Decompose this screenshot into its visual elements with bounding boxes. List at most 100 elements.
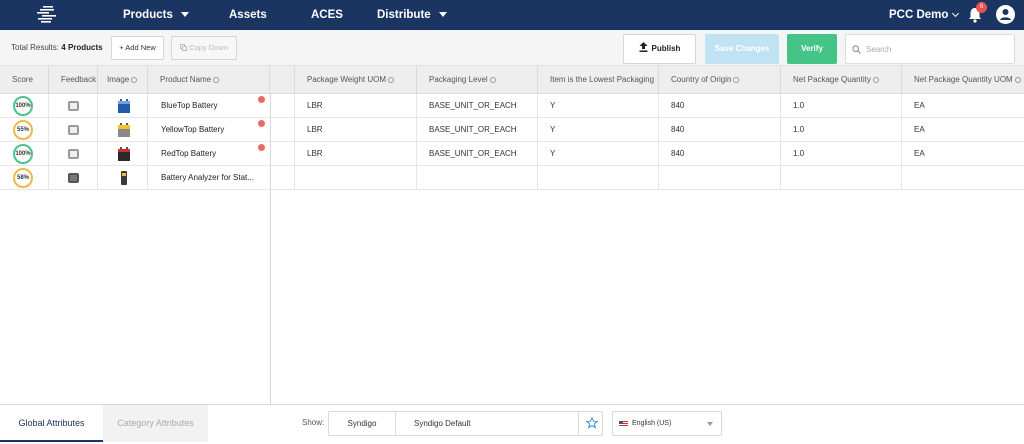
syndigo-logo-icon[interactable]: [34, 4, 60, 26]
product-name-cell: BlueTop Battery: [148, 94, 270, 118]
lowest-packaging-cell[interactable]: Y: [538, 94, 659, 118]
net-package-quantity-uom-cell[interactable]: EA: [902, 142, 1024, 166]
table-row[interactable]: 58% Battery Analyzer for Stat...: [0, 166, 270, 190]
header-net-package-quantity-uom[interactable]: Net Package Quantity UOM: [902, 66, 1024, 94]
favorite-view-button[interactable]: [578, 412, 604, 435]
view-name-select[interactable]: Syndigo Default: [414, 412, 470, 435]
feedback-icon[interactable]: [68, 149, 79, 159]
feedback-icon[interactable]: [68, 101, 79, 111]
header-image[interactable]: Image: [98, 66, 148, 94]
country-of-origin-cell[interactable]: 840: [659, 118, 781, 142]
lowest-packaging-cell[interactable]: Y: [538, 118, 659, 142]
table-row[interactable]: 100% RedTop Battery: [0, 142, 270, 166]
net-package-quantity-cell[interactable]: [781, 166, 902, 190]
verify-button[interactable]: Verify: [787, 34, 837, 64]
spacer-cell: [270, 94, 295, 118]
battery-red-icon[interactable]: [115, 145, 133, 163]
table-row[interactable]: 100% BlueTop Battery: [0, 94, 270, 118]
feedback-cell: [49, 166, 98, 190]
net-package-quantity-cell[interactable]: 1.0: [781, 142, 902, 166]
product-name[interactable]: RedTop Battery: [161, 142, 216, 166]
table-row[interactable]: LBR BASE_UNIT_OR_EACH Y 840 1.0 EA: [270, 118, 1024, 142]
header-lowest-packaging[interactable]: Item is the Lowest Packaging: [538, 66, 659, 94]
score-cell: 55%: [0, 118, 49, 142]
upload-icon: [639, 42, 648, 52]
header-product-name[interactable]: Product Name: [148, 66, 270, 94]
package-weight-uom-cell[interactable]: LBR: [295, 94, 417, 118]
image-cell: [98, 118, 148, 142]
feedback-icon[interactable]: [68, 173, 79, 183]
net-package-quantity-cell[interactable]: 1.0: [781, 94, 902, 118]
feedback-icon[interactable]: [68, 125, 79, 135]
packaging-level-cell[interactable]: BASE_UNIT_OR_EACH: [417, 142, 538, 166]
header-feedback[interactable]: Feedback: [49, 66, 98, 94]
header-country-of-origin[interactable]: Country of Origin: [659, 66, 781, 94]
net-package-quantity-uom-cell[interactable]: EA: [902, 94, 1024, 118]
battery-yellow-icon[interactable]: [115, 121, 133, 139]
alert-icon[interactable]: [258, 96, 265, 103]
product-name[interactable]: YellowTop Battery: [161, 118, 224, 142]
country-of-origin-cell[interactable]: [659, 166, 781, 190]
user-menu[interactable]: PCC Demo: [889, 0, 960, 30]
publish-button[interactable]: Publish: [623, 34, 696, 64]
view-source-select[interactable]: Syndigo: [329, 412, 396, 435]
net-package-quantity-cell[interactable]: 1.0: [781, 118, 902, 142]
score-badge: 100%: [13, 96, 33, 116]
feedback-cell: [49, 94, 98, 118]
spacer-cell: [270, 166, 295, 190]
tab-global-attributes[interactable]: Global Attributes: [0, 405, 103, 442]
feedback-cell: [49, 142, 98, 166]
toolbar: Total Results: 4 Products + Add New Copy…: [0, 30, 1024, 66]
table-row[interactable]: LBR BASE_UNIT_OR_EACH Y 840 1.0 EA: [270, 94, 1024, 118]
lowest-packaging-cell[interactable]: Y: [538, 142, 659, 166]
packaging-level-cell[interactable]: BASE_UNIT_OR_EACH: [417, 94, 538, 118]
table-row[interactable]: [270, 166, 1024, 190]
battery-blue-icon[interactable]: [115, 97, 133, 115]
account-icon[interactable]: [996, 5, 1015, 24]
nav-aces[interactable]: ACES: [311, 0, 343, 30]
alert-icon[interactable]: [258, 120, 265, 127]
package-weight-uom-cell[interactable]: [295, 166, 417, 190]
packaging-level-cell[interactable]: BASE_UNIT_OR_EACH: [417, 118, 538, 142]
score-cell: 58%: [0, 166, 49, 190]
info-icon: [733, 77, 740, 83]
nav-products[interactable]: Products: [123, 0, 189, 30]
nav-assets[interactable]: Assets: [229, 0, 267, 30]
package-weight-uom-cell[interactable]: LBR: [295, 142, 417, 166]
attribute-panel-bar: Global Attributes Category Attributes Sh…: [0, 404, 1024, 444]
tab-category-attributes[interactable]: Category Attributes: [103, 405, 208, 442]
country-of-origin-cell[interactable]: 840: [659, 142, 781, 166]
net-package-quantity-uom-cell[interactable]: [902, 166, 1024, 190]
country-of-origin-cell[interactable]: 840: [659, 94, 781, 118]
save-changes-button[interactable]: Save Changes: [705, 34, 779, 64]
chevron-down-icon: [952, 9, 960, 18]
attribute-columns-grid: Package Weight UOM Packaging Level Item …: [270, 66, 1024, 192]
add-new-button[interactable]: + Add New: [111, 36, 164, 60]
table-row[interactable]: LBR BASE_UNIT_OR_EACH Y 840 1.0 EA: [270, 142, 1024, 166]
lowest-packaging-cell[interactable]: [538, 166, 659, 190]
feedback-cell: [49, 118, 98, 142]
search-input[interactable]: [866, 41, 1006, 57]
caret-down-icon: [180, 12, 189, 18]
packaging-level-cell[interactable]: [417, 166, 538, 190]
header-packaging-level[interactable]: Packaging Level: [417, 66, 538, 94]
table-row[interactable]: 55% YellowTop Battery: [0, 118, 270, 142]
package-weight-uom-cell[interactable]: LBR: [295, 118, 417, 142]
info-icon: [388, 77, 394, 83]
spacer-cell: [270, 118, 295, 142]
product-name[interactable]: Battery Analyzer for Stat...: [161, 166, 254, 190]
spacer-cell: [270, 142, 295, 166]
analyzer-icon[interactable]: [115, 169, 133, 187]
nav-distribute[interactable]: Distribute: [377, 0, 447, 30]
language-select[interactable]: English (US): [612, 411, 722, 436]
view-selector: Syndigo Syndigo Default: [328, 411, 603, 436]
header-score[interactable]: Score: [0, 66, 49, 94]
copy-down-button[interactable]: Copy Down: [171, 36, 237, 60]
score-badge: 100%: [13, 144, 33, 164]
alert-icon[interactable]: [258, 144, 265, 151]
info-icon: [131, 77, 138, 83]
header-package-weight-uom[interactable]: Package Weight UOM: [295, 66, 417, 94]
product-name[interactable]: BlueTop Battery: [161, 94, 217, 118]
header-net-package-quantity[interactable]: Net Package Quantity: [781, 66, 902, 94]
net-package-quantity-uom-cell[interactable]: EA: [902, 118, 1024, 142]
